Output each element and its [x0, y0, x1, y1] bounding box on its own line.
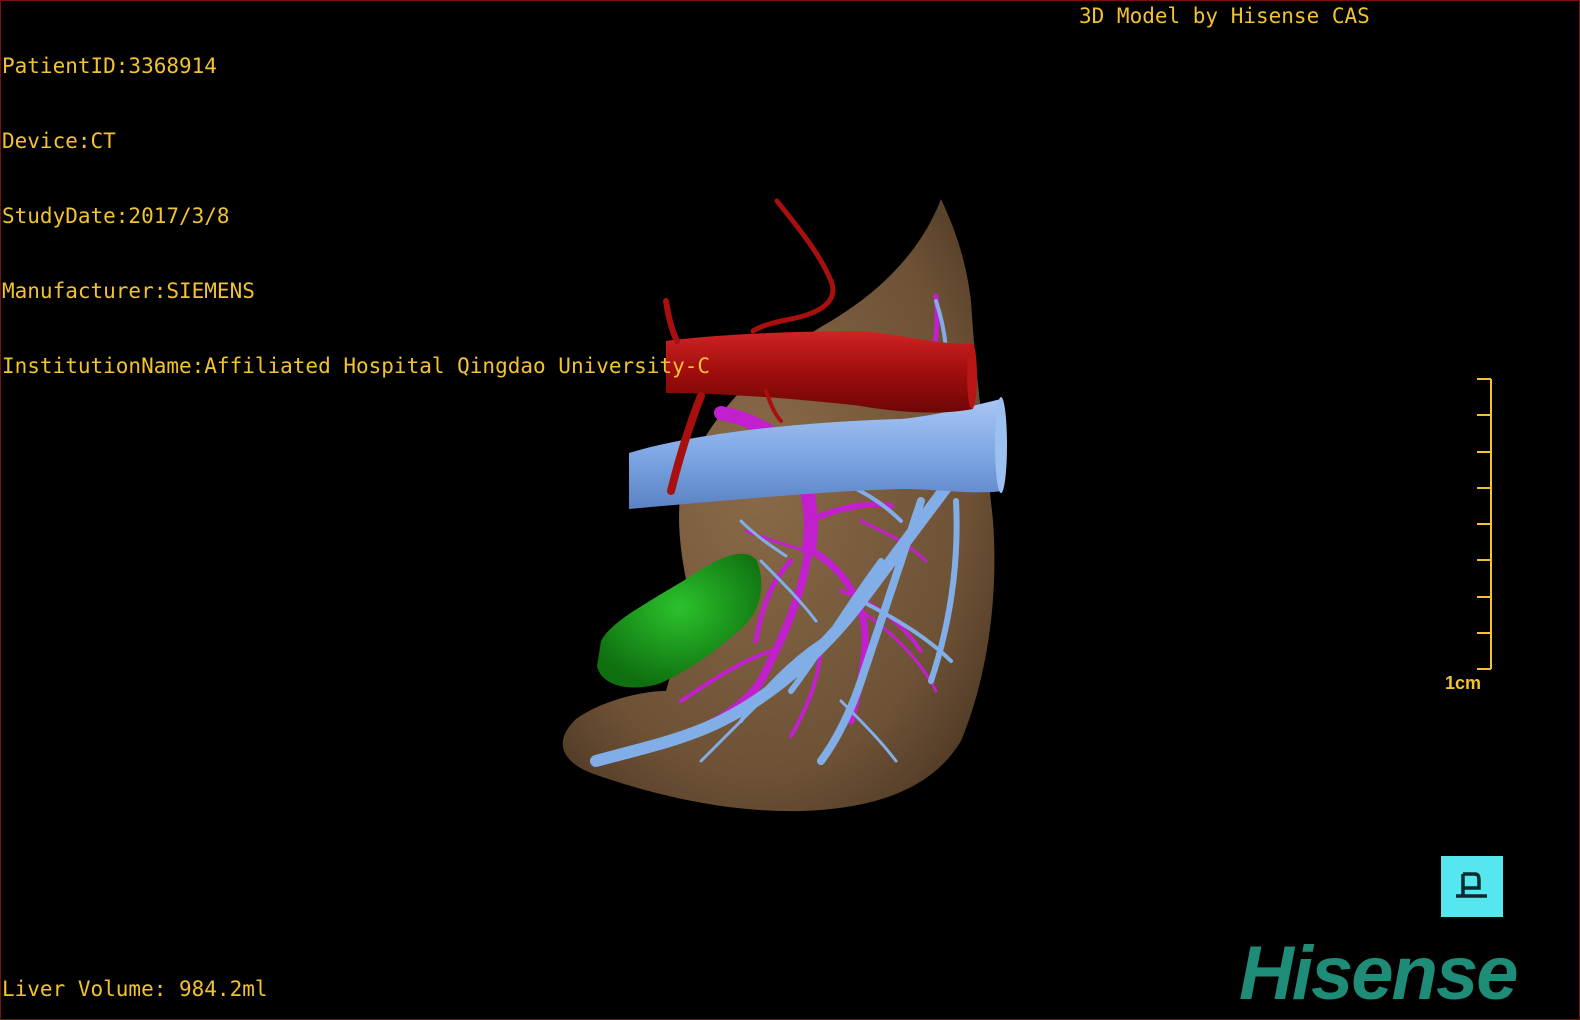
model-credit-text: 3D Model by Hisense CAS	[1079, 4, 1370, 28]
orientation-button[interactable]	[1441, 856, 1503, 917]
institution-text: InstitutionName:Affiliated Hospital Qing…	[2, 354, 711, 378]
device-text: Device:CT	[2, 129, 116, 153]
scale-bar-label: 1cm	[1445, 673, 1482, 693]
ivc-end-cap	[995, 397, 1007, 493]
patient-info-overlay: PatientID:3368914 Device:CT StudyDate:20…	[2, 4, 710, 429]
manufacturer-text: Manufacturer:SIEMENS	[2, 279, 255, 303]
aorta-end-cap	[967, 343, 977, 409]
aorta	[666, 331, 973, 413]
liver-volume-text: Liver Volume: 984.2ml	[2, 977, 268, 1001]
3d-viewport[interactable]: PatientID:3368914 Device:CT StudyDate:20…	[0, 0, 1580, 1020]
study-date-text: StudyDate:2017/3/8	[2, 204, 230, 228]
hisense-logo: Hisense	[1239, 931, 1519, 1016]
patient-id-text: PatientID:3368914	[2, 54, 217, 78]
scale-bar	[1477, 378, 1492, 670]
posterior-view-icon	[1456, 872, 1487, 898]
svg-text:Hisense: Hisense	[1239, 931, 1517, 1016]
